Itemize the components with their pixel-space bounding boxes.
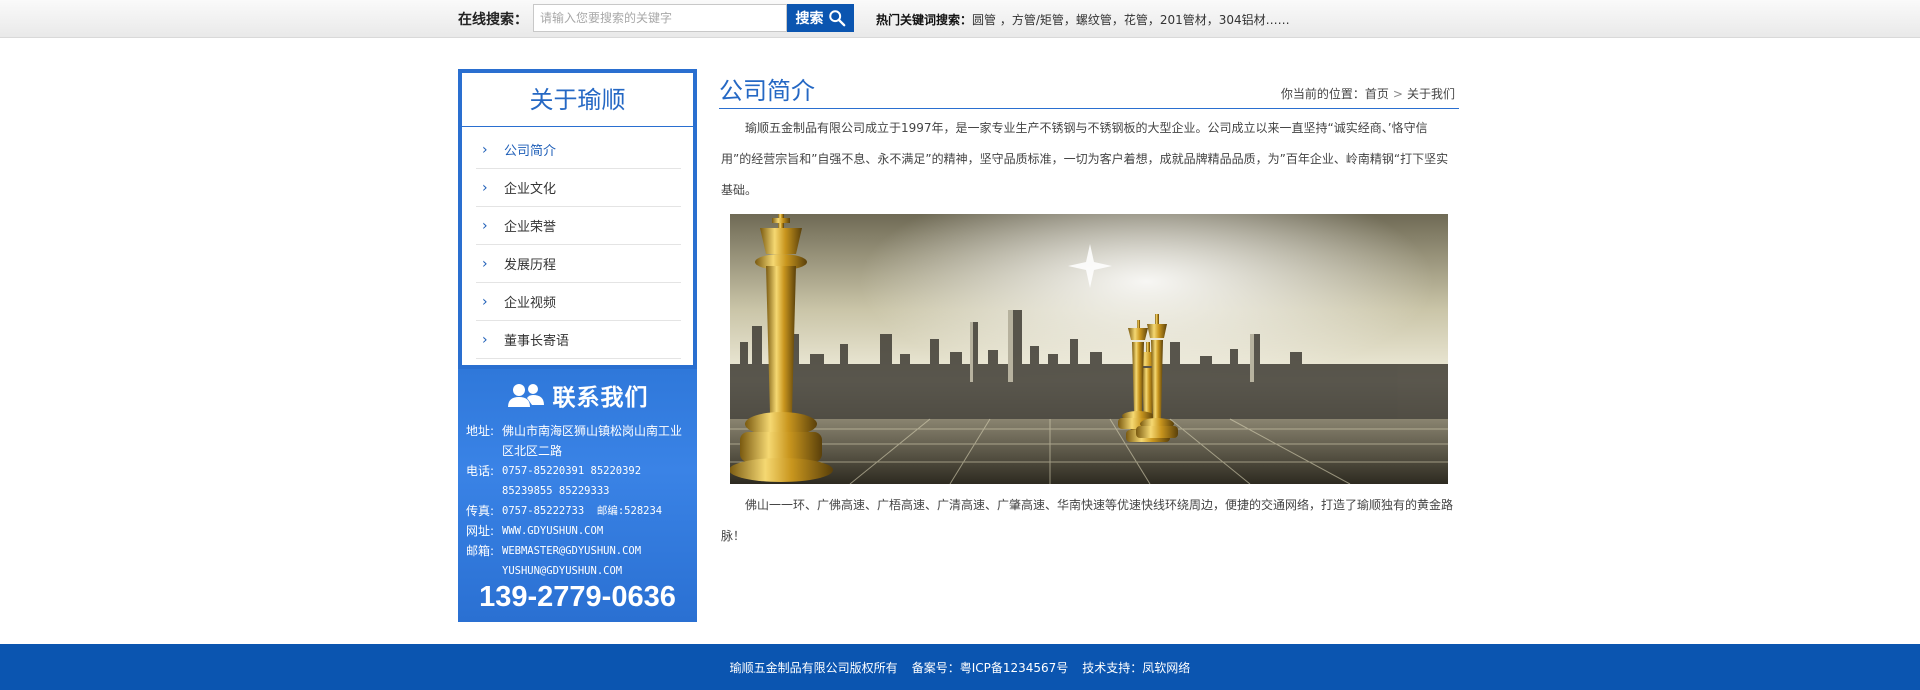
contact-title: 联系我们 <box>552 385 649 411</box>
breadcrumb: 你当前的位置：首页 > 关于我们 <box>1281 85 1455 102</box>
chevron-right-icon: › <box>482 179 488 196</box>
footer-copyright: 瑜顺五金制品有限公司版权所有 <box>729 660 898 675</box>
sidebar-item-company-profile[interactable]: › 公司简介 <box>476 131 681 169</box>
main-header: 公司简介 你当前的位置：首页 > 关于我们 <box>719 69 1459 109</box>
contact-mail-2: YUSHUN@GDYUSHUN.COM <box>466 561 689 581</box>
chevron-right-icon: › <box>482 217 488 234</box>
search-icon <box>828 10 845 27</box>
sidebar-item-chairman-message[interactable]: › 董事长寄语 <box>476 321 681 359</box>
phone-value-1: 0757-85220391 85220392 <box>502 465 642 477</box>
sidebar-item-label: 企业荣誉 <box>504 220 557 235</box>
sidebar-item-culture[interactable]: › 企业文化 <box>476 169 681 207</box>
zip-value: 528234 <box>624 505 663 517</box>
search-label: 在线搜索： <box>458 12 528 28</box>
chevron-right-icon: > <box>1392 87 1403 101</box>
chevron-right-icon: › <box>482 255 488 272</box>
phone-key: 电话: <box>466 464 495 478</box>
contact-phone: 电话: 0757-85220391 85220392 <box>466 461 689 481</box>
about-title: 关于瑜顺 <box>462 73 693 127</box>
phone-key-spacer <box>466 481 502 501</box>
phone-value-2: 85239855 85229333 <box>502 485 610 497</box>
address-value: 佛山市南海区狮山镇松岗山南工业区北区二路 <box>502 424 683 458</box>
web-link[interactable]: WWW.GDYUSHUN.COM <box>502 521 689 541</box>
sidebar-item-label: 董事长寄语 <box>504 334 570 349</box>
sidebar-item-label: 企业视频 <box>504 296 557 311</box>
sidebar-item-video[interactable]: › 企业视频 <box>476 283 681 321</box>
footer: 瑜顺五金制品有限公司版权所有 备案号：粤ICP备1234567号 技术支持：凤软… <box>0 644 1920 690</box>
hotline-number: 139-2779-0636 <box>479 581 676 613</box>
footer-icp[interactable]: 备案号：粤ICP备1234567号 <box>912 659 1069 676</box>
contact-fax: 传真: 0757-85222733 邮编:528234 <box>466 501 689 521</box>
people-icon <box>507 384 544 407</box>
mail-key-spacer <box>466 561 502 581</box>
contact-mail: 邮箱: WEBMASTER@GDYUSHUN.COM <box>466 541 689 561</box>
sidebar-item-honors[interactable]: › 企业荣誉 <box>476 207 681 245</box>
sidebar: 关于瑜顺 › 公司简介 › 企业文化 › 企业荣誉 › 发展历程 › 企业视频 › 董事长寄… <box>458 69 697 622</box>
sidebar-item-label: 企业文化 <box>504 182 557 197</box>
top-search-bar-inner: 在线搜索： 搜索 热门关键词搜索：圆管 ，方管/矩管，螺纹管，花管，201管材，… <box>458 0 1458 38</box>
chevron-right-icon: › <box>482 293 488 310</box>
contact-web: 网址: WWW.GDYUSHUN.COM <box>466 521 689 541</box>
fax-value: 0757-85222733 <box>502 505 585 517</box>
web-key: 网址: <box>466 524 495 538</box>
search-button[interactable]: 搜索 <box>787 4 854 32</box>
footer-support[interactable]: 技术支持：凤软网络 <box>1082 659 1190 676</box>
address-key: 地址: <box>466 424 495 438</box>
about-menu-box: 关于瑜顺 › 公司简介 › 企业文化 › 企业荣誉 › 发展历程 › 企业视频 › 董事长寄… <box>458 69 697 369</box>
breadcrumb-current[interactable]: 关于我们 <box>1407 87 1455 101</box>
mail-link-1[interactable]: WEBMASTER@GDYUSHUN.COM <box>502 541 689 561</box>
breadcrumb-prefix: 你当前的位置： <box>1280 87 1365 101</box>
hot-keywords: 热门关键词搜索：圆管 ，方管/矩管，螺纹管，花管，201管材，304铝材…… <box>876 11 1290 28</box>
sidebar-item-label: 发展历程 <box>504 258 557 273</box>
sidebar-item-label: 公司简介 <box>504 144 557 159</box>
hot-keywords-list[interactable]: 圆管 ，方管/矩管，螺纹管，花管，201管材，304铝材…… <box>972 13 1290 27</box>
hot-keywords-label: 热门关键词搜索： <box>876 13 973 27</box>
breadcrumb-home[interactable]: 首页 <box>1365 87 1389 101</box>
main-content: 公司简介 你当前的位置：首页 > 关于我们 瑜顺五金制品有限公司成立于1997年，是… <box>719 69 1459 552</box>
page-title: 公司简介 <box>719 77 815 105</box>
contact-box: 联系我们 地址: 佛山市南海区狮山镇松岗山南工业区北区二路 电话: 0757-852… <box>458 369 697 622</box>
sidebar-item-history[interactable]: › 发展历程 <box>476 245 681 283</box>
search-input[interactable] <box>533 4 787 32</box>
chevron-right-icon: › <box>482 331 488 348</box>
contact-address: 地址: 佛山市南海区狮山镇松岗山南工业区北区二路 <box>466 421 689 461</box>
mail-key: 邮箱: <box>466 544 495 558</box>
fax-key: 传真: <box>466 504 495 518</box>
intro-paragraph: 瑜顺五金制品有限公司成立于1997年，是一家专业生产不锈钢与不锈钢板的大型企业。… <box>721 121 1449 197</box>
search-button-label: 搜索 <box>795 11 824 27</box>
top-search-bar: 在线搜索： 搜索 热门关键词搜索：圆管 ，方管/矩管，螺纹管，花管，201管材，… <box>0 0 1920 38</box>
about-menu: › 公司简介 › 企业文化 › 企业荣誉 › 发展历程 › 企业视频 › 董事长寄语 <box>462 127 693 359</box>
transport-paragraph: 佛山一一环、广佛高速、广梧高速、广清高速、广肇高速、华南快速等优速快线环绕周边，… <box>721 498 1454 543</box>
zip-key: 邮编: <box>596 505 625 517</box>
contact-header: 联系我们 <box>466 369 689 421</box>
hero-image-chess-city <box>730 214 1448 484</box>
chevron-right-icon: › <box>482 141 488 158</box>
contact-phone-2: 85239855 85229333 <box>466 481 689 501</box>
mail-link-2[interactable]: YUSHUN@GDYUSHUN.COM <box>502 561 689 581</box>
